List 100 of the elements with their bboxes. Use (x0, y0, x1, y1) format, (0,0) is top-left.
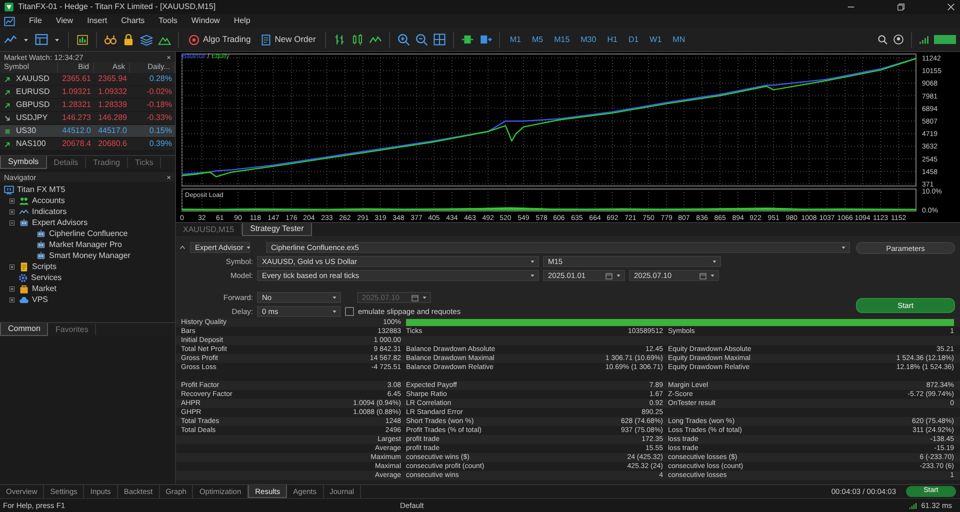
restore-icon[interactable] (896, 2, 906, 12)
table-row[interactable]: XAUUSD 2365.61 2365.94 0.28% (0, 73, 175, 86)
tab[interactable]: Ticks (128, 156, 162, 168)
timeframe-button[interactable]: M5 (528, 34, 546, 44)
caret-icon (245, 244, 252, 251)
bar-chart-icon[interactable] (332, 33, 346, 46)
timeframe-button[interactable]: M30 (578, 34, 600, 44)
table-row[interactable]: USDJPY 146.273 146.289 -0.33% (0, 112, 175, 125)
tree-item[interactable]: Market (32, 284, 56, 294)
timeframe-button[interactable]: D1 (625, 34, 642, 44)
tab[interactable]: Favorites (48, 324, 96, 336)
tree-item[interactable]: Cipherline Confluence (49, 228, 128, 238)
caret-icon (840, 244, 847, 251)
menu-item[interactable]: View (56, 16, 74, 26)
menu-item[interactable]: Insert (87, 16, 108, 26)
arrow-up-icon (3, 88, 12, 96)
tree-item[interactable]: Scripts (32, 262, 56, 272)
close-icon[interactable] (946, 2, 956, 12)
tree-item[interactable]: Titan FX MT5 (17, 184, 66, 194)
expand-icon[interactable] (8, 196, 16, 204)
tree-item[interactable]: Services (31, 272, 62, 282)
tab[interactable]: Trading (86, 156, 128, 168)
user-icon[interactable] (893, 34, 904, 45)
chart-window-icon[interactable] (4, 16, 15, 26)
box-arrow-icon[interactable] (478, 33, 492, 46)
symbol-cell: US30 (16, 126, 36, 136)
menu-item[interactable]: Help (234, 16, 250, 26)
arrow-up-icon (3, 140, 12, 148)
robot-icon (36, 250, 46, 260)
toolbar-button[interactable]: New Order (258, 32, 318, 46)
toolbar-button[interactable]: Algo Trading (186, 32, 253, 46)
robot-icon (36, 240, 46, 250)
lock-icon[interactable] (122, 33, 135, 46)
price-cell-text: 1.28339 (97, 100, 128, 110)
cloud-icon (19, 294, 29, 304)
timeframe-button[interactable]: W1 (646, 34, 665, 44)
table-row[interactable]: EURUSD 1.09321 1.09332 -0.02% (0, 86, 175, 99)
symbol-cell: GBPUSD (16, 100, 50, 110)
calendar-icon (411, 294, 419, 302)
chart-bars-icon[interactable] (76, 33, 89, 46)
symbol-cell: XAUUSD (16, 74, 50, 84)
menu-item[interactable]: Charts (121, 16, 145, 26)
collapse-icon[interactable] (8, 218, 16, 226)
price-cell-text: 146.273 (61, 113, 92, 123)
expand-icon[interactable] (8, 208, 16, 216)
tab[interactable]: Details (46, 156, 86, 168)
arrows-box-icon[interactable] (460, 33, 474, 46)
search-icon[interactable] (877, 34, 888, 45)
price-cell-text: 20678.4 (61, 139, 92, 149)
symbol-cell: EURUSD (16, 87, 50, 97)
timeframe-button[interactable]: MN (670, 34, 688, 44)
table-row[interactable]: US30 44512.0 44517.0 0.15% (0, 125, 175, 138)
expand-icon[interactable] (8, 296, 16, 304)
signal-icon (919, 34, 929, 44)
people-icon (19, 196, 29, 206)
timeframe-button[interactable]: H1 (604, 34, 620, 44)
grid-icon[interactable] (432, 33, 446, 46)
tree-item[interactable]: Smart Money Manager (49, 250, 130, 260)
robot-icon (36, 228, 46, 238)
caret-up-icon[interactable] (179, 244, 186, 251)
robot-icon (19, 218, 29, 228)
expand-icon[interactable] (8, 284, 16, 292)
price-cell-text: 44517.0 (97, 126, 128, 136)
arrow-up-icon (3, 100, 12, 110)
change-cell-text: -0.33% (146, 113, 173, 123)
table-row[interactable]: GBPUSD 1.28321 1.28339 -0.18% (0, 99, 175, 112)
binoculars-icon[interactable] (104, 33, 117, 46)
window-title: TitanFX-01 - Hedge - Titan FX Limited - [XAUUSD,M15] (18, 2, 216, 12)
menu-item[interactable]: File (29, 16, 42, 26)
window-icon[interactable] (35, 33, 48, 46)
tab[interactable]: Symbols (0, 156, 47, 169)
connection-meter-icon (934, 35, 956, 44)
timeframe-button[interactable]: M15 (551, 34, 573, 44)
layers-icon[interactable] (140, 33, 153, 46)
candlestick-icon[interactable] (350, 33, 364, 46)
zoom-out-icon[interactable] (414, 33, 428, 46)
scroll-icon (19, 262, 29, 272)
table-row[interactable]: NAS100 20678.4 20680.6 0.39% (0, 138, 175, 151)
tree-item[interactable]: VPS (32, 294, 48, 304)
tab[interactable]: Common (0, 323, 48, 336)
arrow-down-icon (3, 114, 12, 122)
price-cell-text: 2365.94 (97, 74, 128, 84)
tree-item[interactable]: Indicators (32, 206, 67, 216)
tree-item[interactable]: Accounts (32, 196, 65, 206)
caret-icon (421, 294, 428, 301)
price-cell-text: 1.28321 (61, 100, 92, 110)
tree-item[interactable]: Market Manager Pro (49, 240, 122, 250)
arrow-up-icon (3, 74, 12, 84)
tab[interactable]: Strategy Tester (242, 223, 312, 236)
gear-icon (18, 272, 28, 282)
bag-icon (19, 284, 29, 294)
menu-item[interactable]: Window (191, 16, 220, 26)
zoom-in-icon[interactable] (396, 33, 410, 46)
expand-icon[interactable] (8, 262, 16, 270)
signal-icon (909, 502, 918, 510)
line-chart-icon[interactable] (4, 33, 17, 46)
tree-item[interactable]: Expert Advisors (32, 218, 88, 228)
timeframe-button[interactable]: M1 (506, 34, 524, 44)
menu-item[interactable]: Tools (158, 16, 178, 26)
checkbox[interactable] (345, 307, 354, 316)
